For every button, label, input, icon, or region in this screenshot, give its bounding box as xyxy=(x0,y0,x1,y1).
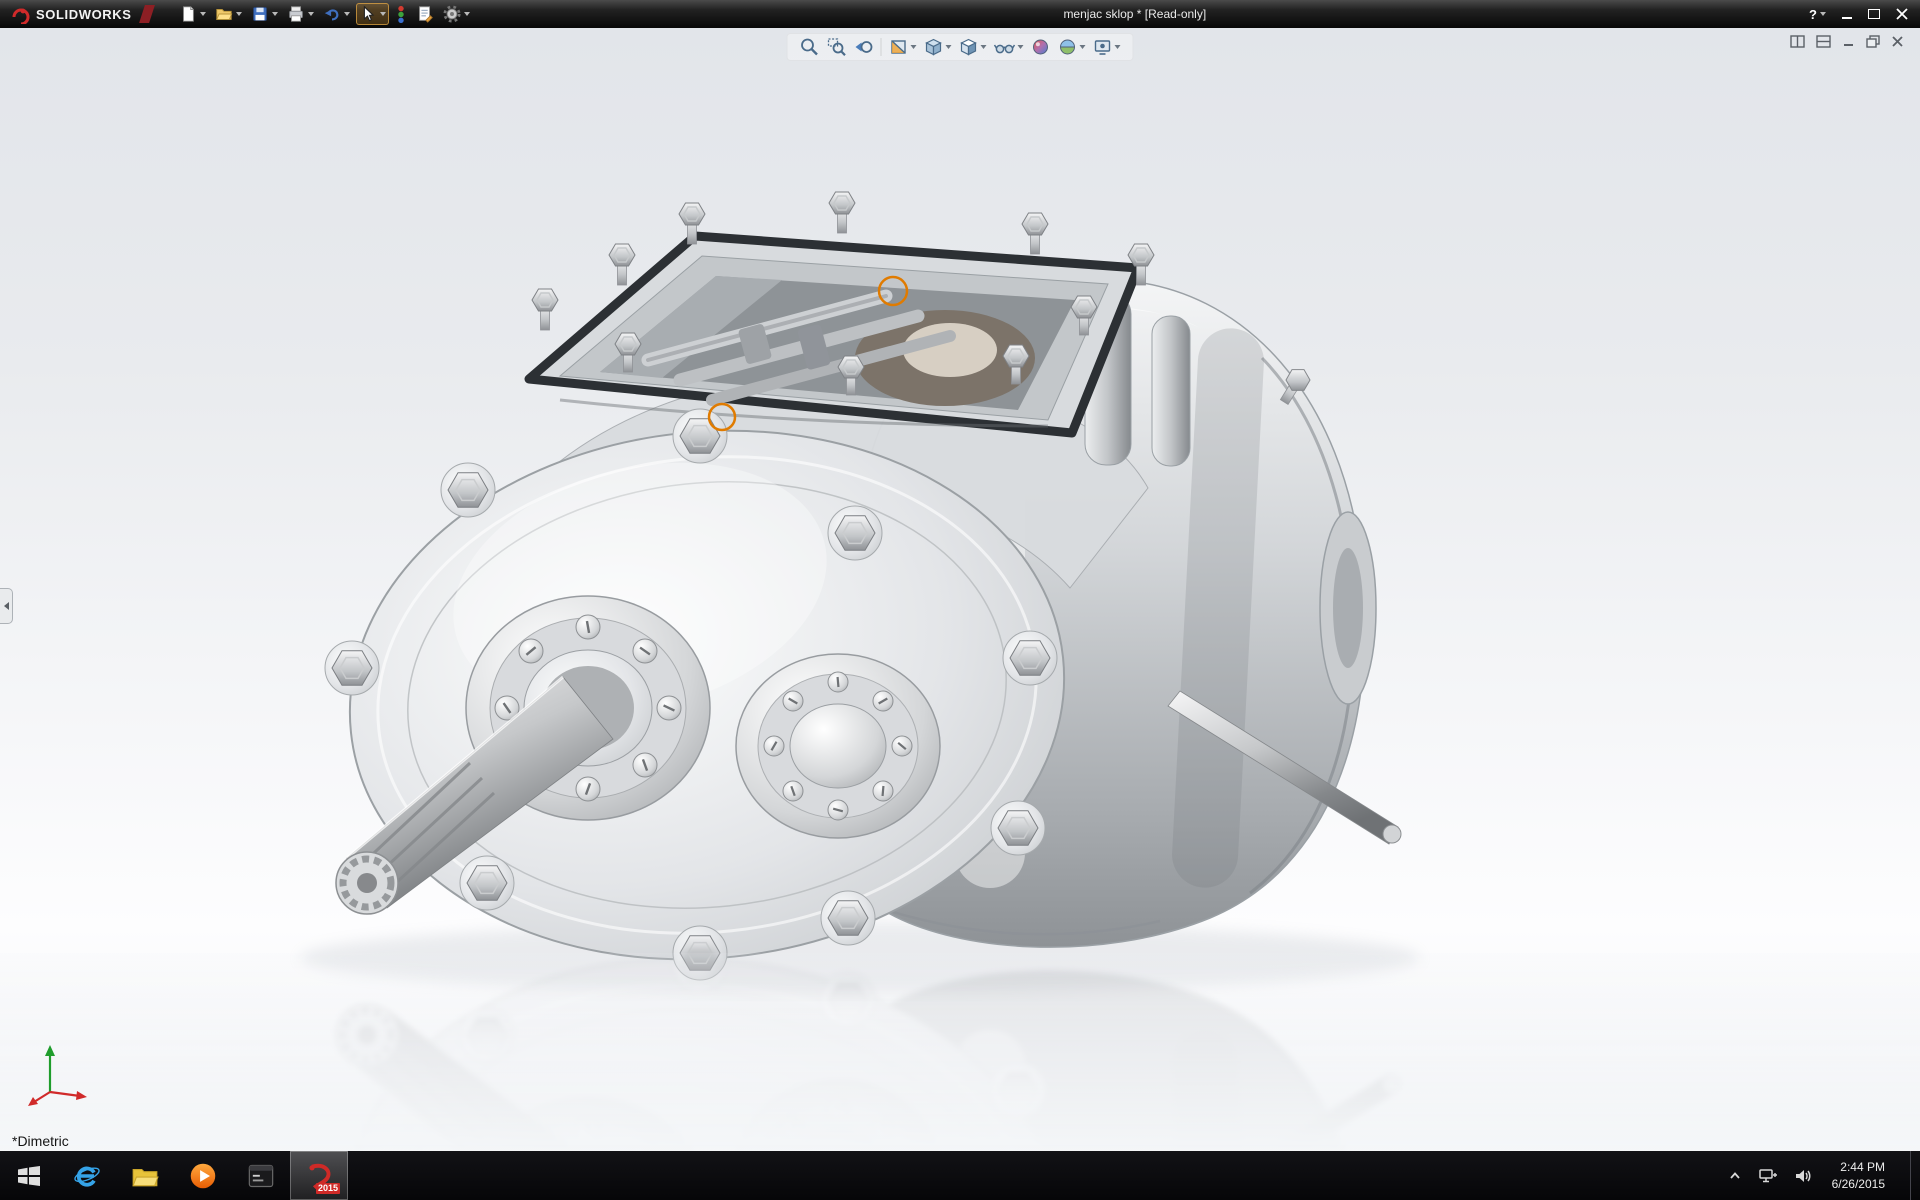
taskbar-item-internet-explorer[interactable] xyxy=(58,1151,116,1200)
brand-accent xyxy=(139,5,155,23)
undo-button[interactable] xyxy=(320,3,353,25)
orientation-triad xyxy=(20,1036,92,1113)
split-horizontal-button[interactable] xyxy=(1790,35,1805,48)
toolbar-separator xyxy=(881,38,882,56)
internet-explorer-icon xyxy=(73,1162,101,1190)
options-button[interactable] xyxy=(440,3,473,25)
doc-restore-button[interactable] xyxy=(1866,35,1880,48)
rebuild-button[interactable] xyxy=(392,3,410,25)
doc-close-button[interactable] xyxy=(1891,35,1904,48)
clock-time: 2:44 PM xyxy=(1832,1159,1885,1175)
scene-ball-icon xyxy=(1058,37,1078,57)
view-settings-button[interactable] xyxy=(1093,37,1121,57)
volume-icon xyxy=(1793,1167,1813,1185)
clock-date: 6/26/2015 xyxy=(1832,1176,1885,1192)
taskbar-item-media-player[interactable] xyxy=(174,1151,232,1200)
doc-restore-icon xyxy=(1866,35,1880,48)
edit-appearance-button[interactable] xyxy=(1031,37,1051,57)
show-desktop-button[interactable] xyxy=(1910,1151,1920,1200)
network-tray-button[interactable] xyxy=(1758,1167,1778,1185)
app-brand: SOLIDWORKS xyxy=(0,4,160,24)
volume-tray-button[interactable] xyxy=(1793,1167,1813,1185)
chevron-up-icon xyxy=(1727,1168,1743,1184)
split-vertical-icon xyxy=(1816,35,1831,48)
taskbar-item-solidworks[interactable]: 2015 xyxy=(290,1151,348,1200)
display-style-icon xyxy=(959,37,979,57)
file-properties-button[interactable] xyxy=(413,3,437,25)
graphics-area[interactable]: *Dimetric xyxy=(0,28,1920,1151)
previous-view-button[interactable] xyxy=(854,37,874,57)
hidden-icons-button[interactable] xyxy=(1727,1168,1743,1184)
select-button[interactable] xyxy=(356,3,389,25)
triad-icon xyxy=(20,1036,92,1108)
zoom-to-area-button[interactable] xyxy=(827,37,847,57)
print-button[interactable] xyxy=(284,3,317,25)
rebuild-beads-icon xyxy=(395,5,407,23)
solidworks-year-badge: 2015 xyxy=(316,1183,340,1194)
view-settings-icon xyxy=(1093,37,1113,57)
titlebar: SOLIDWORKS xyxy=(0,0,1920,28)
view-orientation-cube-icon xyxy=(924,37,944,57)
reflection-fade xyxy=(0,953,1920,1151)
view-orientation-button[interactable] xyxy=(924,37,952,57)
apply-scene-button[interactable] xyxy=(1058,37,1086,57)
select-cursor-icon xyxy=(359,5,377,23)
file-explorer-icon xyxy=(131,1162,159,1190)
new-document-icon xyxy=(179,5,197,23)
gearbox-model[interactable] xyxy=(0,28,1920,1151)
taskbar-clock[interactable]: 2:44 PM 6/26/2015 xyxy=(1828,1159,1895,1191)
display-style-button[interactable] xyxy=(959,37,987,57)
section-view-icon xyxy=(889,37,909,57)
command-prompt-icon xyxy=(247,1162,275,1190)
windows-logo-icon xyxy=(15,1162,43,1190)
system-tray: 2:44 PM 6/26/2015 xyxy=(1727,1151,1920,1200)
appearance-ball-icon xyxy=(1031,37,1051,57)
open-folder-icon xyxy=(215,5,233,23)
close-button[interactable] xyxy=(1896,4,1908,24)
top-cover[interactable] xyxy=(529,192,1154,433)
doc-minimize-icon xyxy=(1842,35,1855,48)
network-icon xyxy=(1758,1167,1778,1185)
undo-icon xyxy=(323,5,341,23)
doc-minimize-button[interactable] xyxy=(1842,35,1855,48)
cover-pillar-2[interactable] xyxy=(1152,316,1190,466)
zoom-to-fit-icon xyxy=(800,37,820,57)
secondary-bearing-boss[interactable] xyxy=(736,654,940,838)
new-document-button[interactable] xyxy=(176,3,209,25)
file-properties-icon xyxy=(416,5,434,23)
zoom-to-area-icon xyxy=(827,37,847,57)
brand-label: SOLIDWORKS xyxy=(36,7,132,22)
glasses-icon xyxy=(994,37,1016,57)
minimize-button[interactable] xyxy=(1842,4,1852,24)
windows-taskbar: 2015 2:44 PM 6/26/2015 xyxy=(0,1151,1920,1200)
section-view-button[interactable] xyxy=(889,37,917,57)
media-player-icon xyxy=(189,1162,217,1190)
help-button[interactable]: ? xyxy=(1809,4,1826,24)
chevron-left-icon xyxy=(4,602,9,610)
zoom-to-fit-button[interactable] xyxy=(800,37,820,57)
split-vertical-button[interactable] xyxy=(1816,35,1831,48)
taskbar-item-file-explorer[interactable] xyxy=(116,1151,174,1200)
taskbar-item-command-prompt[interactable] xyxy=(232,1151,290,1200)
previous-view-icon xyxy=(854,37,874,57)
save-icon xyxy=(251,5,269,23)
open-button[interactable] xyxy=(212,3,245,25)
standard-toolbar xyxy=(176,3,473,25)
window-controls: ? xyxy=(1797,4,1920,24)
feature-manager-collapsed-tab[interactable] xyxy=(0,588,13,624)
hide-show-items-button[interactable] xyxy=(994,37,1024,57)
save-button[interactable] xyxy=(248,3,281,25)
split-horizontal-icon xyxy=(1790,35,1805,48)
print-icon xyxy=(287,5,305,23)
window-title: menjac sklop * [Read-only] xyxy=(473,7,1797,21)
doc-close-icon xyxy=(1891,35,1904,48)
start-button[interactable] xyxy=(0,1151,58,1200)
maximize-button[interactable] xyxy=(1868,4,1880,24)
document-window-controls xyxy=(1790,35,1904,48)
heads-up-view-toolbar xyxy=(787,33,1134,61)
close-icon xyxy=(1896,8,1908,20)
ds-logo-icon xyxy=(10,4,30,24)
view-orientation-label: *Dimetric xyxy=(12,1133,69,1149)
options-gear-icon xyxy=(443,5,461,23)
